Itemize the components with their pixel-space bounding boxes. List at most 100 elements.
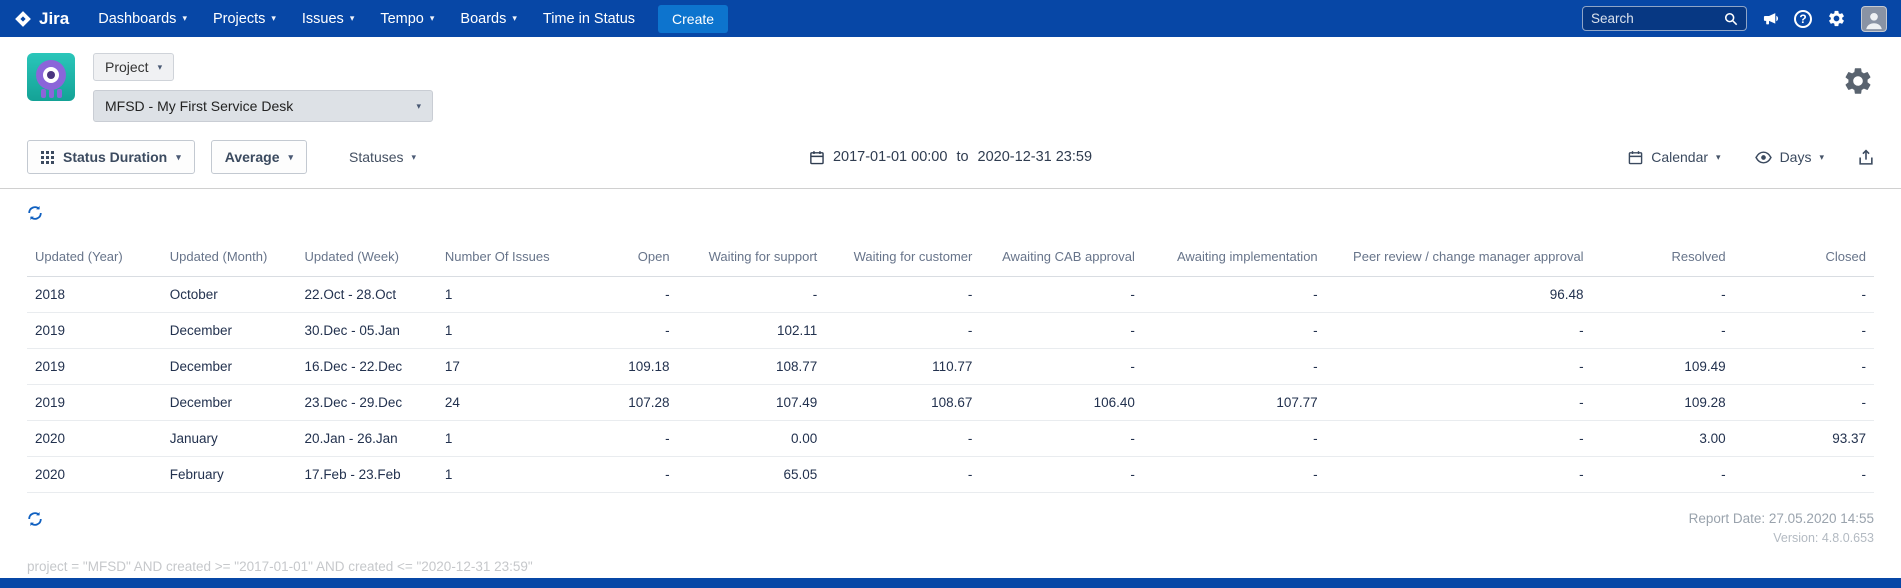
column-header: Resolved <box>1591 236 1734 277</box>
report-type-button[interactable]: Status Duration <box>27 140 195 174</box>
nav-item-projects[interactable]: Projects <box>200 0 289 37</box>
table-cell: 2019 <box>27 384 162 421</box>
settings-gear-icon[interactable] <box>1842 65 1874 102</box>
unit-dropdown[interactable]: Days <box>1754 149 1824 165</box>
create-button[interactable]: Create <box>658 4 729 33</box>
chevron-down-icon <box>176 153 181 162</box>
chevron-down-icon <box>289 153 294 162</box>
date-to: 2020-12-31 23:59 <box>977 149 1093 165</box>
report-table: Updated (Year) Updated (Month) Updated (We… <box>27 236 1874 493</box>
bottom-bar <box>0 578 1901 588</box>
nav-item-issues[interactable]: Issues <box>289 0 367 37</box>
table-cell: 1 <box>436 456 558 493</box>
table-cell: 16.Dec - 22.Dec <box>296 348 437 385</box>
table-cell: 93.37 <box>1733 420 1874 457</box>
nav-item-label: Boards <box>460 10 507 27</box>
nav-item-label: Dashboards <box>98 10 177 27</box>
table-row: 2020 January 20.Jan - 26.Jan 1-0.00- - - -3.00… <box>27 420 1874 457</box>
nav-item-boards[interactable]: Boards <box>447 0 529 37</box>
table-cell: December <box>161 384 297 421</box>
chevron-down-icon <box>271 14 276 23</box>
nav-item-label: Issues <box>301 10 344 27</box>
table-cell: - <box>1325 348 1592 385</box>
date-from: 2017-01-01 00:00 <box>832 149 948 165</box>
column-header: Waiting for customer <box>825 236 981 277</box>
nav-item-dashboards[interactable]: Dashboards <box>85 0 200 37</box>
table-cell: - <box>825 420 981 457</box>
table-cell: - <box>1733 456 1874 493</box>
report-date: Report Date: 27.05.2020 14:55 <box>1688 511 1874 526</box>
user-avatar[interactable] <box>1861 5 1887 32</box>
column-header: Updated (Year) <box>27 236 162 277</box>
table-cell: - <box>825 276 981 313</box>
table-cell: 2020 <box>27 420 162 457</box>
table-cell: 0.00 <box>677 420 826 457</box>
nav-item-label: Projects <box>212 10 266 27</box>
table-cell: 102.11 <box>677 312 826 349</box>
chevron-down-icon <box>416 102 421 111</box>
column-header: Peer review / change manager approval <box>1325 236 1592 277</box>
table-cell: 30.Dec - 05.Jan <box>296 312 437 349</box>
date-separator: to <box>956 149 969 165</box>
jql-query: project = "MFSD" AND created >= "2017-01… <box>27 559 533 574</box>
table-cell: 1 <box>436 312 558 349</box>
column-header: Number Of Issues <box>436 236 558 277</box>
refresh-icon[interactable] <box>27 205 43 221</box>
table-cell: - <box>1142 348 1326 385</box>
version-label: Version: 4.8.0.653 <box>1773 531 1874 545</box>
table-row: 2019 December 30.Dec - 05.Jan 1-102.11- - - - -… <box>27 312 1874 349</box>
table-cell: - <box>1325 312 1592 349</box>
top-nav: Jira Dashboards Projects Issues Tempo Boards… <box>0 0 1901 37</box>
table-cell: - <box>1733 312 1874 349</box>
refresh-icon[interactable] <box>27 511 43 527</box>
report-area: Updated (Year) Updated (Month) Updated (We… <box>0 205 1901 574</box>
table-cell: - <box>1591 312 1734 349</box>
grid-icon <box>41 150 54 164</box>
project-select[interactable]: MFSD - My First Service Desk <box>93 90 433 122</box>
metric-button[interactable]: Average <box>210 140 308 174</box>
table-cell: - <box>1142 276 1326 313</box>
report-meta: Report Date: 27.05.2020 14:55 Version: 4… <box>1689 511 1874 545</box>
table-cell: - <box>825 456 981 493</box>
table-cell: 2019 <box>27 312 162 349</box>
project-type-button[interactable]: Project <box>93 53 175 81</box>
column-header: Waiting for support <box>677 236 826 277</box>
table-cell: 1 <box>436 276 558 313</box>
search-input[interactable] <box>1591 11 1724 26</box>
table-cell: - <box>1142 420 1326 457</box>
table-row: 2019 December 16.Dec - 22.Dec 17 109.18 108.7… <box>27 348 1874 385</box>
table-cell: - <box>557 420 678 457</box>
table-cell: - <box>1591 456 1734 493</box>
calendar-dropdown-label: Calendar <box>1651 149 1709 165</box>
report-toolbar: Status Duration Average Statuses 2017-01… <box>0 130 1901 188</box>
table-cell: - <box>825 312 981 349</box>
chevron-down-icon <box>158 63 163 72</box>
calendar-dropdown[interactable]: Calendar <box>1628 149 1720 165</box>
date-range-picker[interactable]: 2017-01-01 00:00 to 2020-12-31 23:59 <box>809 149 1092 165</box>
table-row: 2018 October 22.Oct - 28.Oct 1- - - - -96.48- - <box>27 276 1874 313</box>
table-cell: 3.00 <box>1591 420 1734 457</box>
nav-item-time-in-status[interactable]: Time in Status <box>530 0 648 37</box>
table-cell: - <box>1325 420 1592 457</box>
table-cell: - <box>980 456 1143 493</box>
nav-item-tempo[interactable]: Tempo <box>367 0 447 37</box>
table-cell: - <box>980 420 1143 457</box>
column-header: Updated (Week) <box>296 236 437 277</box>
statuses-dropdown[interactable]: Statuses <box>349 149 416 165</box>
table-row: 2020 February 17.Feb - 23.Feb 1-65.05- - - - - - <box>27 456 1874 493</box>
calendar-icon <box>1628 150 1643 165</box>
jira-logo[interactable]: Jira <box>14 9 69 29</box>
export-button[interactable] <box>1858 148 1874 166</box>
column-header: Closed <box>1733 236 1874 277</box>
project-controls: Project MFSD - My First Service Desk <box>93 53 433 122</box>
table-cell: - <box>557 312 678 349</box>
help-icon[interactable] <box>1794 9 1812 28</box>
table-cell: 17.Feb - 23.Feb <box>296 456 437 493</box>
megaphone-icon[interactable] <box>1762 11 1779 26</box>
table-cell: - <box>1733 276 1874 313</box>
table-cell: December <box>161 312 297 349</box>
table-cell: 2020 <box>27 456 162 493</box>
gear-icon[interactable] <box>1827 9 1846 28</box>
table-cell: - <box>1733 348 1874 385</box>
search-icon[interactable] <box>1724 12 1738 26</box>
